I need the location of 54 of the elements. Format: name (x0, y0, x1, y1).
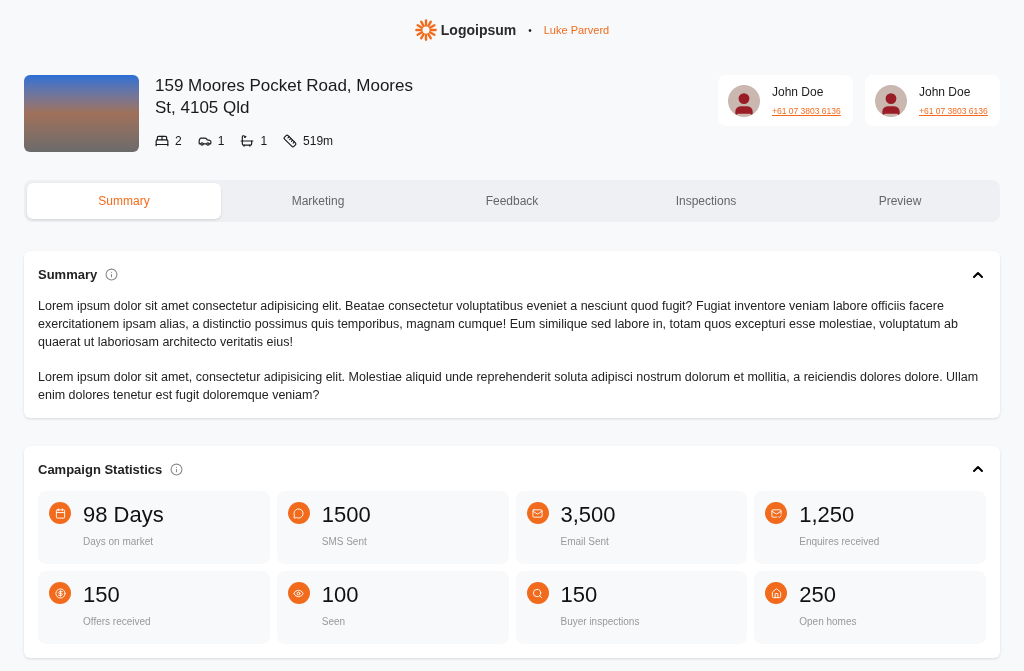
stat-label: Seen (321, 615, 347, 629)
feature-count: 2 (175, 133, 182, 150)
stat-label: Buyer inspections (560, 615, 640, 629)
feature-count: 519m (303, 133, 334, 150)
stat-value: 1500 (321, 502, 371, 528)
property-address: 159 Moores Pocket Road, Moores St, 4105 Qld (155, 75, 414, 119)
summary-paragraph: Lorem ipsum dolor sit amet consectetur adipisicing elit. Beatae consectetur voluptatibus eveniet a nesciunt quod fugit? Fugiat inventore veniam labore officiis facere exercitationem ipsam alias, a distinctio possimus quis temporibus, magnam cumque! Eum similique sed labore in, totam quos excepturi esse molestiae, voluptatum ab quaerat ut laboriosam architecto veritatis eius! (38, 297, 959, 351)
stat-value: 3,500 (560, 502, 616, 528)
tab[interactable]: Inspections (609, 183, 803, 219)
stat-value: 150 (560, 582, 599, 608)
section-title: Summary (38, 266, 98, 284)
info-icon[interactable] (105, 268, 119, 282)
chat-bubble-icon (287, 502, 310, 524)
logo-text: Logoipsum (440, 20, 517, 40)
stat-label: Open homes (799, 615, 857, 629)
section-title: Campaign Statistics (38, 460, 163, 479)
feature-count: 1 (217, 133, 225, 150)
stat-value: 250 (799, 582, 837, 608)
envelope-icon (526, 502, 549, 524)
phone-link[interactable]: +61 07 3803 6136 (919, 105, 988, 118)
feature-count: 1 (260, 133, 268, 150)
car-icon (197, 134, 212, 148)
stat-value: 100 (321, 582, 359, 608)
avatar-placeholder (728, 84, 760, 117)
stat-value: 98 Days (83, 502, 164, 528)
agent-name: John Doe (919, 84, 972, 102)
tab[interactable]: Feedback (415, 183, 609, 219)
calendar-icon (49, 502, 71, 524)
user-name: Luke Parverd (543, 22, 610, 38)
bed-icon (155, 134, 169, 148)
ruler-icon (283, 134, 298, 148)
bathtub-icon (240, 134, 255, 148)
avatar-placeholder (875, 84, 907, 117)
dollar-coin-icon (49, 582, 71, 604)
search-icon (526, 582, 549, 604)
phone-link[interactable]: +61 07 3803 6136 (772, 105, 841, 118)
separator-dot: • (528, 23, 532, 38)
eye-icon (287, 582, 310, 604)
envelope-check-icon (765, 502, 788, 524)
stat-label: Enquires received (799, 535, 880, 549)
stat-label: Email Sent (560, 535, 610, 549)
tab[interactable]: Preview (803, 183, 997, 219)
summary-paragraph: Lorem ipsum dolor sit amet, consectetur adipisicing elit. Molestiae aliquid unde reprehenderit soluta adipisci nostrum dolorum et mollitia, a reiciendis dolores dolore. Ullam enim dolores tenetur est fugit doloremque veniam? (38, 368, 980, 404)
stat-label: Offers received (83, 615, 151, 629)
tab[interactable]: Summary (27, 183, 221, 219)
house-icon (765, 582, 788, 604)
stat-label: SMS Sent (321, 535, 368, 549)
info-icon[interactable] (170, 462, 184, 476)
sun-logo-icon (414, 19, 437, 41)
tab[interactable]: Marketing (221, 183, 415, 219)
stat-value: 150 (83, 582, 121, 608)
agent-name: John Doe (772, 84, 825, 102)
stat-value: 1,250 (799, 502, 856, 528)
stat-label: Days on market (83, 535, 155, 549)
